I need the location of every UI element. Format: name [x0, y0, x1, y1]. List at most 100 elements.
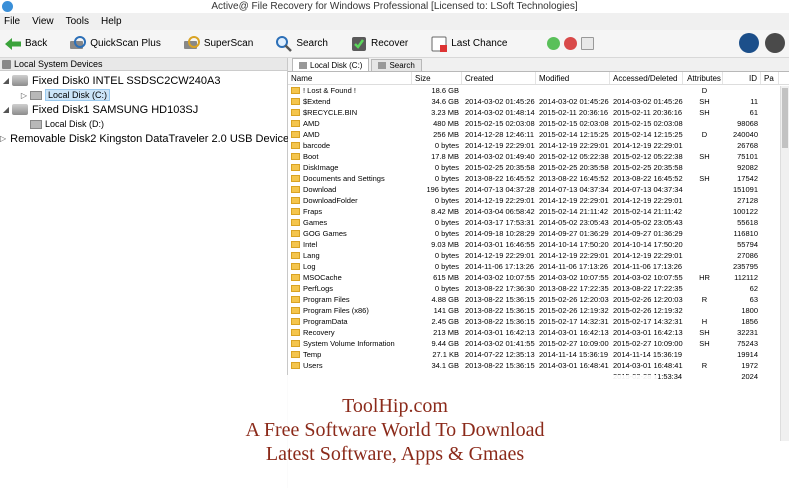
file-name: Users: [303, 361, 323, 370]
collapse-icon[interactable]: ◢: [0, 105, 12, 114]
file-row[interactable]: AMD 256 MB 2014-12-28 12:46:11 2015-02-14 1…: [288, 129, 789, 140]
folder-icon: [291, 318, 300, 325]
file-row[interactable]: System Volume Information 9.44 GB 2014-03-…: [288, 338, 789, 349]
file-row[interactable]: Games 0 bytes 2014-03-17 17:53:31 2014-05-0…: [288, 217, 789, 228]
file-modified: 2015-02-25 20:35:58: [539, 163, 609, 172]
device-label: Removable Disk2 Kingston DataTraveler 2.…: [10, 132, 290, 145]
file-row[interactable]: ProgramData 2.45 GB 2013-08-22 15:36:15 201…: [288, 316, 789, 327]
hard-disk-icon: [12, 75, 28, 86]
file-accessed: 2014-11-14 15:36:19: [613, 350, 683, 359]
menu-file[interactable]: File: [4, 16, 20, 27]
device-disk0[interactable]: ◢ Fixed Disk0 INTEL SSDSC2CW240A3: [0, 73, 287, 88]
file-row[interactable]: Users 34.1 GB 2013-08-22 15:36:15 2014-03-0…: [288, 360, 789, 371]
column-size[interactable]: Size: [412, 72, 462, 84]
info-icon[interactable]: [739, 33, 759, 53]
file-row[interactable]: Download 196 bytes 2014-07-13 04:37:28 2014…: [288, 184, 789, 195]
back-button[interactable]: Back: [4, 32, 47, 56]
collapse-icon[interactable]: ◢: [0, 76, 12, 85]
file-row[interactable]: DownloadFolder 0 bytes 2014-12-19 22:29:01…: [288, 195, 789, 206]
volume-c[interactable]: ▷ Local Disk (C:): [0, 88, 287, 102]
menu-view[interactable]: View: [32, 16, 54, 27]
device-disk2[interactable]: ▷ Removable Disk2 Kingston DataTraveler …: [0, 131, 290, 146]
folder-icon: [291, 296, 300, 303]
recover-button[interactable]: Recover: [350, 32, 408, 56]
tab-search[interactable]: Search: [371, 59, 422, 71]
superscan-button[interactable]: SuperScan: [183, 32, 253, 56]
quickscan-button[interactable]: QuickScan Plus: [69, 32, 161, 56]
file-name-cell: Documents and Settings: [288, 173, 412, 184]
column-accessed[interactable]: Accessed/Deleted: [610, 72, 683, 84]
file-row[interactable]: MSOCache 615 MB 2014-03-02 10:07:55 2014-03…: [288, 272, 789, 283]
window-title: Active@ File Recovery for Windows Profes…: [211, 1, 578, 12]
file-name: DiskImage: [303, 163, 339, 172]
watermark-tagline: A Free Software World To Download: [245, 419, 545, 441]
file-modified: 2014-10-14 17:50:20: [539, 240, 609, 249]
toolbar: Back QuickScan Plus SuperScan Search Rec…: [0, 30, 789, 58]
tab-local-disk-c[interactable]: Local Disk (C:): [292, 58, 370, 71]
file-name-cell: Users: [288, 360, 412, 371]
file-row[interactable]: GOG Games 0 bytes 2014-09-18 10:28:29 2014-…: [288, 228, 789, 239]
file-attributes: D: [701, 130, 708, 139]
file-attributes: SH: [699, 97, 710, 106]
add-green-icon[interactable]: [547, 37, 561, 50]
file-attributes: [683, 184, 723, 195]
file-row[interactable]: ! Lost & Found ! 18.6 GB D: [288, 85, 789, 96]
file-row[interactable]: Intel 9.03 MB 2014-03-01 16:46:55 2014-10-1…: [288, 239, 789, 250]
file-row[interactable]: Lang 0 bytes 2014-12-19 22:29:01 2014-12-19…: [288, 250, 789, 261]
file-row[interactable]: DiskImage 0 bytes 2015-02-25 20:35:58 2015-…: [288, 162, 789, 173]
file-accessed: 2014-03-02 01:45:26: [613, 97, 683, 106]
search-button[interactable]: Search: [275, 32, 328, 56]
column-id[interactable]: ID: [723, 72, 761, 84]
file-row[interactable]: Documents and Settings 0 bytes 2013-08-22 …: [288, 173, 789, 184]
file-row[interactable]: AMD 480 MB 2015-02-15 02:03:08 2015-02-15 0…: [288, 118, 789, 129]
volume-d[interactable]: Local Disk (D:): [0, 117, 287, 131]
menu-help[interactable]: Help: [101, 16, 122, 27]
file-row[interactable]: Program Files 4.88 GB 2013-08-22 15:36:15 2…: [288, 294, 789, 305]
file-row[interactable]: $RECYCLE.BIN 3.23 MB 2014-03-02 01:48:14 20…: [288, 107, 789, 118]
file-row[interactable]: $Extend 34.6 GB 2014-03-02 01:45:26 2014-03…: [288, 96, 789, 107]
column-created[interactable]: Created: [462, 72, 536, 84]
file-accessed: 2014-12-19 22:29:01: [613, 251, 683, 260]
folder-icon: [291, 329, 300, 336]
remove-red-icon[interactable]: [564, 37, 578, 50]
file-row[interactable]: Fraps 8.42 MB 2014-03-04 06:58:42 2015-02-1…: [288, 206, 789, 217]
device-panel-title: Local System Devices: [14, 58, 103, 69]
file-row[interactable]: PerfLogs 0 bytes 2013-08-22 17:36:30 2013-0…: [288, 283, 789, 294]
file-id: 17542: [737, 174, 758, 183]
file-row[interactable]: Boot 17.8 MB 2014-03-02 01:49:40 2015-02-12…: [288, 151, 789, 162]
file-created: 2014-12-19 22:29:01: [465, 141, 535, 150]
column-attributes[interactable]: Attributes: [683, 72, 723, 84]
file-attributes: SH: [699, 339, 710, 348]
column-modified[interactable]: Modified: [536, 72, 610, 84]
file-name-cell: $Extend: [288, 96, 412, 107]
file-created: 2015-02-25 20:35:58: [465, 163, 535, 172]
file-row[interactable]: Temp 27.1 KB 2014-07-22 12:35:13 2014-11-14…: [288, 349, 789, 360]
document-icon[interactable]: [581, 37, 595, 50]
expand-icon[interactable]: ▷: [0, 134, 6, 143]
file-size: 0 bytes: [434, 218, 459, 227]
file-created: 2014-12-19 22:29:01: [465, 251, 535, 260]
file-modified: 2014-05-02 23:05:43: [539, 218, 609, 227]
vertical-scrollbar[interactable]: [780, 86, 789, 441]
folder-icon: [291, 274, 300, 281]
expand-icon[interactable]: ▷: [18, 91, 30, 100]
file-row[interactable]: Program Files (x86) 141 GB 2013-08-22 15:3…: [288, 305, 789, 316]
column-pa[interactable]: Pa: [761, 72, 779, 84]
folder-icon: [291, 241, 300, 248]
file-attributes: R: [701, 361, 708, 370]
settings-gear-icon[interactable]: [765, 33, 785, 53]
file-attributes: [683, 261, 723, 272]
scrollbar-thumb[interactable]: [782, 88, 788, 148]
last-chance-button[interactable]: Last Chance: [430, 32, 507, 56]
last-chance-label: Last Chance: [451, 38, 508, 49]
file-id: 26768: [737, 141, 758, 150]
menu-tools[interactable]: Tools: [66, 16, 89, 27]
file-row[interactable]: Log 0 bytes 2014-11-06 17:13:26 2014-11-06 …: [288, 261, 789, 272]
file-row[interactable]: barcode 0 bytes 2014-12-19 22:29:01 2014-12…: [288, 140, 789, 151]
device-disk1[interactable]: ◢ Fixed Disk1 SAMSUNG HD103SJ: [0, 102, 287, 117]
file-modified: 2014-07-13 04:37:34: [539, 185, 609, 194]
column-name[interactable]: Name: [288, 72, 412, 84]
watermark-subline: Latest Software, Apps & Gmaes: [265, 443, 525, 465]
file-accessed: 2014-03-02 10:07:55: [613, 273, 683, 282]
file-row[interactable]: Recovery 213 MB 2014-03-01 16:42:13 2014-03…: [288, 327, 789, 338]
